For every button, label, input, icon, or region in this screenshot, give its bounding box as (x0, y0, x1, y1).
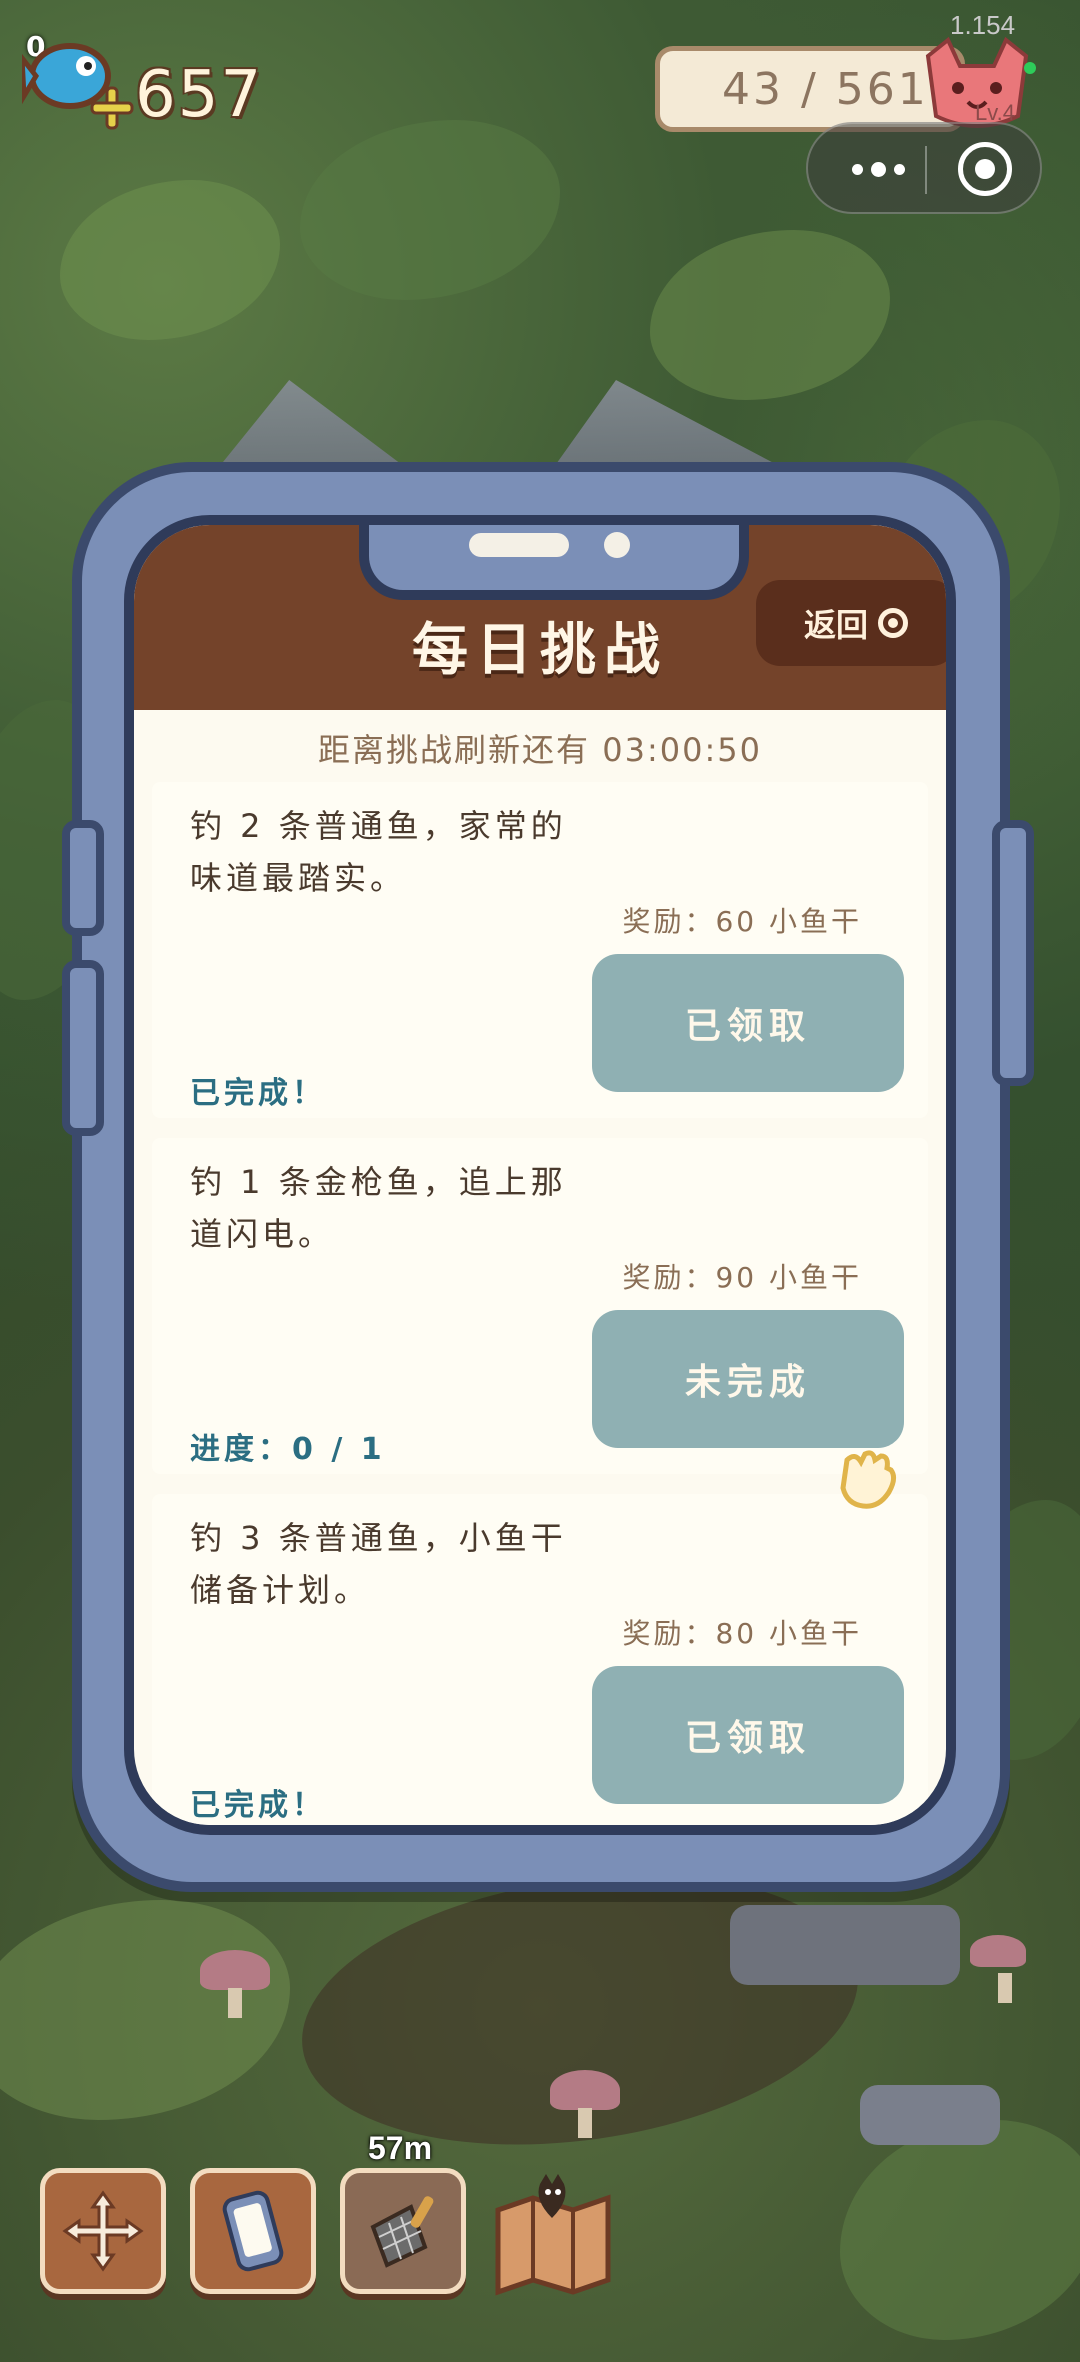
pointing-hand-icon (840, 1450, 897, 1509)
close-miniprogram-icon[interactable] (958, 142, 1012, 196)
move-arrows-icon (62, 2190, 144, 2272)
mushroom (200, 1950, 270, 2018)
phone-side-button (62, 960, 104, 1136)
speaker-icon (469, 533, 569, 557)
claim-button[interactable]: 已领取 (592, 1666, 904, 1804)
rock (860, 2085, 1000, 2145)
more-options-icon[interactable] (838, 144, 918, 194)
challenge-status: 进度：0 / 1 (190, 1432, 386, 1467)
phone-notch (359, 525, 749, 600)
cat-map-icon[interactable] (488, 2170, 618, 2300)
claim-button[interactable]: 已领取 (592, 954, 904, 1092)
online-indicator (1024, 62, 1036, 74)
mushroom (550, 2070, 620, 2138)
fishing-net-button[interactable] (340, 2168, 466, 2294)
net-timer: 57m (368, 2130, 433, 2166)
xp-text: 43 / 561 (722, 63, 929, 115)
challenge-reward: 奖励：80 小鱼干 (622, 1617, 862, 1650)
daily-challenge-panel: 每日挑战 返回 距离挑战刷新还有 03:00:50 钓 2 条普通鱼，家常的味道… (124, 515, 956, 1835)
rock (730, 1905, 960, 1985)
challenge-status: 已完成！ (190, 1788, 326, 1823)
back-circle-icon (878, 608, 908, 638)
phone-button[interactable] (190, 2168, 316, 2294)
phone-icon (222, 2190, 284, 2272)
challenge-description: 钓 3 条普通鱼，小鱼干储备计划。 (190, 1519, 567, 1609)
back-label: 返回 (803, 606, 868, 644)
challenge-status: 已完成！ (190, 1076, 326, 1111)
camera-icon (604, 532, 630, 558)
challenge-card: 钓 1 条金枪鱼，追上那道闪电。 奖励：90 小鱼干 未完成 进度：0 / 1 (152, 1138, 928, 1474)
challenge-card: 钓 3 条普通鱼，小鱼干储备计划。 奖励：80 小鱼干 已领取 已完成！ (152, 1494, 928, 1825)
add-coins-icon[interactable] (90, 86, 134, 130)
panel-header: 每日挑战 返回 (134, 525, 946, 710)
back-button[interactable]: 返回 (756, 580, 946, 666)
move-button[interactable] (40, 2168, 166, 2294)
phone-side-button (992, 820, 1034, 1086)
mushroom (970, 1935, 1026, 2003)
challenge-description: 钓 2 条普通鱼，家常的味道最踏实。 (190, 807, 567, 897)
phone-side-button (62, 820, 104, 936)
challenge-reward: 奖励：90 小鱼干 (622, 1261, 862, 1294)
challenge-card: 钓 2 条普通鱼，家常的味道最踏实。 奖励：60 小鱼干 已领取 已完成！ (152, 782, 928, 1118)
challenge-description: 钓 1 条金枪鱼，追上那道闪电。 (190, 1163, 567, 1253)
refresh-countdown: 距离挑战刷新还有 03:00:50 (318, 731, 762, 769)
claim-button[interactable]: 未完成 (592, 1310, 904, 1448)
miniprogram-capsule (806, 122, 1042, 214)
capsule-divider (925, 146, 927, 194)
challenge-reward: 奖励：60 小鱼干 (622, 905, 862, 938)
fishing-net-icon (370, 2196, 434, 2268)
coin-count: 657 (135, 58, 264, 132)
